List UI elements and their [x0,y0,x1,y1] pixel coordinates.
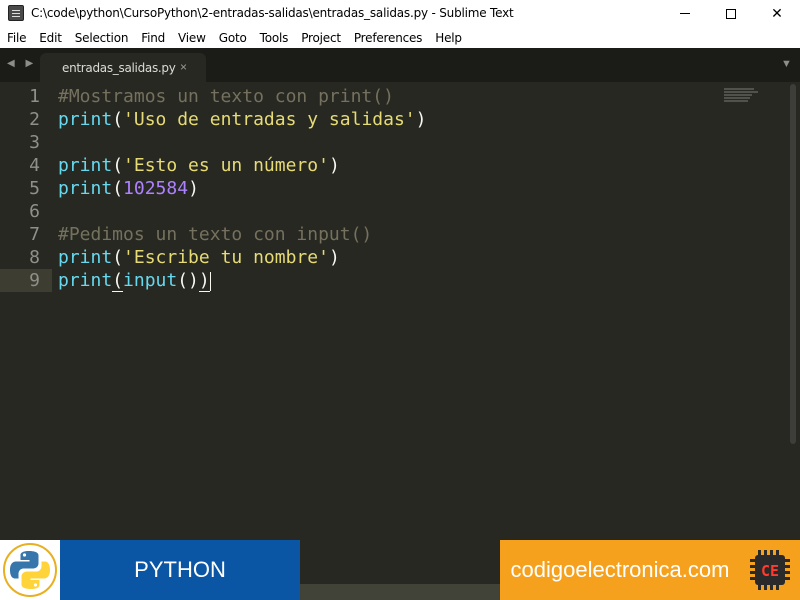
code-token-func: print [58,178,113,199]
code-line[interactable]: print(102584) [58,177,199,200]
line-number: 4 [29,155,40,176]
code-token-string: 'Esto es un número' [123,155,329,176]
python-label: PYTHON [134,557,226,582]
python-panel: PYTHON [60,540,300,600]
menu-tools[interactable]: Tools [253,31,295,45]
menu-file[interactable]: File [0,31,32,45]
code-token-comment: #Mostramos un texto con print() [58,86,394,107]
code-token-number: 102584 [123,178,189,199]
ce-logo-text: CE [761,562,779,580]
vertical-scrollbar[interactable] [788,82,798,540]
line-number: 6 [29,201,40,222]
code-token-paren: ) [328,247,340,268]
tab-label: entradas_salidas.py [62,61,176,75]
menu-edit[interactable]: Edit [32,31,67,45]
tab-dropdown-icon[interactable]: ▼ [781,58,792,70]
line-number: 1 [29,86,40,107]
minimap-line [724,91,758,93]
code-token-func: print [58,270,113,291]
menu-bar: File Edit Selection Find View Goto Tools… [0,27,800,48]
line-number: 9 [29,270,40,291]
line-number: 5 [29,178,40,199]
code-token-paren: ) [415,109,427,130]
menu-project[interactable]: Project [294,31,347,45]
code-token-string: 'Uso de entradas y salidas' [123,109,416,130]
tab-entradas-salidas[interactable]: entradas_salidas.py × [40,53,206,82]
close-button[interactable]: ✕ [754,0,800,27]
close-icon: ✕ [771,5,783,22]
maximize-button[interactable] [708,0,754,27]
code-line[interactable]: print('Uso de entradas y salidas') [58,108,426,131]
code-token-paren: ( [112,155,124,176]
python-logo-icon [3,543,57,597]
code-token-paren: ( [112,178,124,199]
window-title: C:\code\python\CursoPython\2-entradas-sa… [31,6,514,20]
code-token-paren: ) [328,155,340,176]
tab-nav-arrows-icon[interactable]: ◀ ▶ [7,58,37,69]
minimize-icon [680,13,690,14]
line-number: 7 [29,224,40,245]
minimize-button[interactable] [662,0,708,27]
minimap-line [724,88,754,90]
line-number-gutter: 123456789 [0,82,52,540]
tab-bar: ◀ ▶ entradas_salidas.py × ▼ [0,48,800,82]
code-token-paren: ( [112,270,124,292]
line-number: 2 [29,109,40,130]
menu-view[interactable]: View [171,31,212,45]
code-token-comment: #Pedimos un texto con input() [58,224,373,245]
code-token-paren: ) [198,270,210,292]
code-token-paren: ) [188,178,199,199]
code-line[interactable]: #Mostramos un texto con print() [58,85,394,108]
ce-logo: CE [740,540,800,600]
code-line[interactable]: #Pedimos un texto con input() [58,223,372,246]
code-token-func: print [58,247,113,268]
site-panel: codigoelectronica.com [500,540,740,600]
minimap[interactable] [724,88,764,108]
menu-goto[interactable]: Goto [212,31,253,45]
status-bar-fragment [300,584,500,600]
chip-logo-icon: CE [743,543,797,597]
code-line[interactable]: print(input()) [58,269,211,292]
menu-selection[interactable]: Selection [68,31,135,45]
code-token-func: print [58,109,113,130]
code-token-func: print [58,155,113,176]
scrollbar-thumb[interactable] [790,84,796,444]
code-line[interactable]: print('Esto es un número') [58,154,340,177]
title-bar: C:\code\python\CursoPython\2-entradas-sa… [0,0,800,27]
code-token-paren: ( [112,247,124,268]
code-line[interactable]: print('Escribe tu nombre') [58,246,340,269]
code-token-paren: ( [112,109,124,130]
code-token-paren: () [177,270,199,291]
sublime-text-app-icon[interactable] [8,5,24,21]
code-token-string: 'Escribe tu nombre' [123,247,329,268]
python-logo [0,540,60,600]
line-number: 3 [29,132,40,153]
text-cursor [209,271,211,291]
line-number: 8 [29,247,40,268]
menu-preferences[interactable]: Preferences [347,31,428,45]
minimap-line [724,94,752,96]
site-label: codigoelectronica.com [510,557,730,582]
menu-help[interactable]: Help [428,31,468,45]
footer-banner: PYTHON codigoelectronica.com CE [0,540,800,600]
minimap-line [724,100,748,102]
code-token-func: input [123,270,178,291]
menu-find[interactable]: Find [134,31,171,45]
tab-close-icon[interactable]: × [180,60,187,74]
code-editor[interactable]: 123456789 #Mostramos un texto con print(… [0,82,800,540]
minimap-line [724,97,750,99]
maximize-icon [726,8,736,19]
